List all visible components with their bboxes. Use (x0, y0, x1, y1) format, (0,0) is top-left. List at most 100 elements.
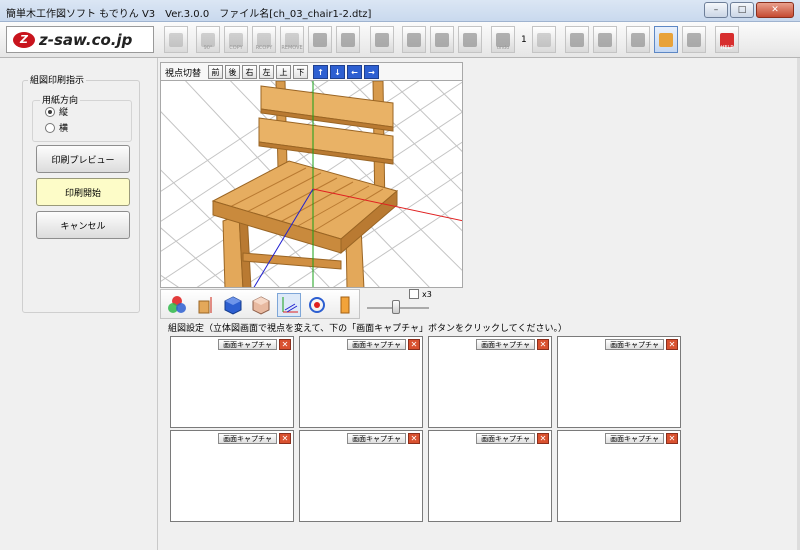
capture-button[interactable]: 画面キャプチャ (347, 339, 406, 350)
layout-button[interactable] (626, 26, 650, 53)
vertical-board-button[interactable] (402, 26, 426, 53)
delete-capture-icon[interactable]: ✕ (537, 339, 549, 350)
remove-button[interactable]: REMOVE (280, 26, 304, 53)
undo-label: undo (496, 45, 510, 51)
orientation-portrait-radio[interactable]: 縦 (45, 105, 68, 118)
part-highlight-button[interactable] (333, 293, 357, 317)
slider-thumb[interactable] (392, 300, 400, 314)
capture-button[interactable]: 画面キャプチャ (218, 433, 277, 444)
rcopy-label: RCOPY (255, 45, 273, 51)
mirror-button[interactable] (308, 26, 332, 53)
chair-model (211, 81, 399, 287)
undo-count: 1 (521, 35, 527, 45)
rotate-view-button[interactable] (305, 293, 329, 317)
capture-slot-7: 画面キャプチャ ✕ (428, 430, 552, 522)
chair-3d-render (161, 81, 462, 287)
orientation-landscape-radio[interactable]: 横 (45, 121, 68, 134)
print-start-button[interactable]: 印刷開始 (36, 178, 130, 206)
delete-capture-icon[interactable]: ✕ (279, 433, 291, 444)
title-bar: 簡単木工作図ソフト もでりん V3 Ver.3.0.0 ファイル名[ch_03_… (0, 0, 800, 22)
open-icon (570, 32, 584, 47)
portrait-label: 縦 (59, 108, 69, 118)
viewpoint-bar: 視点切替 前 後 右 左 上 下 ↑ ↓ ← → (160, 62, 463, 80)
capture-button[interactable]: 画面キャプチャ (476, 339, 535, 350)
zoom-slider[interactable] (367, 298, 429, 314)
solid-view-button[interactable] (221, 293, 245, 317)
shaded-cube-icon (252, 296, 270, 315)
help-label: HELP (720, 45, 734, 51)
remove-label: REMOVE (281, 45, 303, 51)
parts-list-button[interactable] (682, 26, 706, 53)
rotate-90-button[interactable]: 90° (196, 26, 220, 53)
view-left-button[interactable]: 左 (259, 65, 274, 79)
print-drawing-button[interactable] (654, 26, 678, 53)
delete-icon (375, 32, 389, 47)
zsaw-logo[interactable]: Z z-saw.co.jp (6, 26, 154, 53)
capture-button[interactable]: 画面キャプチャ (605, 433, 664, 444)
capture-slot-6: 画面キャプチャ ✕ (299, 430, 423, 522)
rotate-right-button[interactable]: → (364, 65, 379, 79)
view-bottom-button[interactable]: 下 (293, 65, 308, 79)
delete-capture-icon[interactable]: ✕ (408, 339, 420, 350)
capture-slot-1: 画面キャプチャ ✕ (170, 336, 294, 428)
delete-capture-icon[interactable]: ✕ (666, 339, 678, 350)
vertical-board-icon (407, 32, 421, 47)
capture-slot-4: 画面キャプチャ ✕ (557, 336, 681, 428)
delete-capture-icon[interactable]: ✕ (537, 433, 549, 444)
view-back-button[interactable]: 後 (225, 65, 240, 79)
insert-part-button[interactable] (164, 26, 188, 53)
panel-button[interactable] (458, 26, 482, 53)
new-file-button[interactable] (532, 26, 556, 53)
undo-button[interactable]: undo (491, 26, 515, 53)
align-button[interactable] (336, 26, 360, 53)
capture-button[interactable]: 画面キャプチャ (476, 433, 535, 444)
copy-label: COPY (229, 45, 243, 51)
capture-guide-text: 組図設定（立体図画面で視点を変えて、下の「画面キャプチャ」ボタンをクリックしてく… (168, 324, 567, 334)
minimize-button[interactable]: – (704, 2, 728, 18)
rotate-down-button[interactable]: ↓ (330, 65, 345, 79)
x3-checkbox[interactable]: x3 (409, 289, 432, 299)
cancel-button[interactable]: キャンセル (36, 211, 130, 239)
3d-view[interactable] (160, 80, 463, 288)
radio-unselected-icon (45, 122, 55, 133)
shaded-view-button[interactable] (249, 293, 273, 317)
color-mode-button[interactable] (165, 293, 189, 317)
maximize-button[interactable]: □ (730, 2, 754, 18)
print-house-icon (659, 32, 673, 47)
solid-cube-icon (224, 296, 242, 315)
radio-selected-icon (45, 106, 55, 117)
copy-button[interactable]: COPY (224, 26, 248, 53)
view-front-button[interactable]: 前 (208, 65, 223, 79)
capture-button[interactable]: 画面キャプチャ (218, 339, 277, 350)
rotate-up-button[interactable]: ↑ (313, 65, 328, 79)
capture-button[interactable]: 画面キャプチャ (605, 339, 664, 350)
logo-text: z-saw.co.jp (39, 30, 133, 49)
delete-capture-icon[interactable]: ✕ (279, 339, 291, 350)
delete-capture-icon[interactable]: ✕ (666, 433, 678, 444)
rotate-left-button[interactable]: ← (347, 65, 362, 79)
rotate-label: 90° (203, 45, 213, 51)
rgb-circles-icon (168, 296, 186, 313)
close-button[interactable]: ✕ (756, 2, 794, 18)
dimension-view-button[interactable] (193, 293, 217, 317)
grid-view-button[interactable] (277, 293, 301, 317)
mirror-icon (313, 32, 327, 47)
window-title: 簡単木工作図ソフト もでりん V3 Ver.3.0.0 ファイル名[ch_03_… (6, 9, 372, 20)
open-file-button[interactable] (565, 26, 589, 53)
view-top-button[interactable]: 上 (276, 65, 291, 79)
rcopy-button[interactable]: RCOPY (252, 26, 276, 53)
insert-icon (169, 32, 183, 47)
horizontal-board-button[interactable] (430, 26, 454, 53)
delete-part-button[interactable] (370, 26, 394, 53)
save-file-button[interactable] (593, 26, 617, 53)
print-preview-button[interactable]: 印刷プレビュー (36, 145, 130, 173)
help-button[interactable]: HELP (715, 26, 739, 53)
view-right-button[interactable]: 右 (242, 65, 257, 79)
capture-button[interactable]: 画面キャプチャ (347, 433, 406, 444)
view-toolbar (160, 289, 360, 319)
layout-icon (631, 32, 645, 47)
capture-slot-2: 画面キャプチャ ✕ (299, 336, 423, 428)
dimension-icon (198, 297, 212, 314)
new-file-icon (537, 32, 551, 47)
delete-capture-icon[interactable]: ✕ (408, 433, 420, 444)
